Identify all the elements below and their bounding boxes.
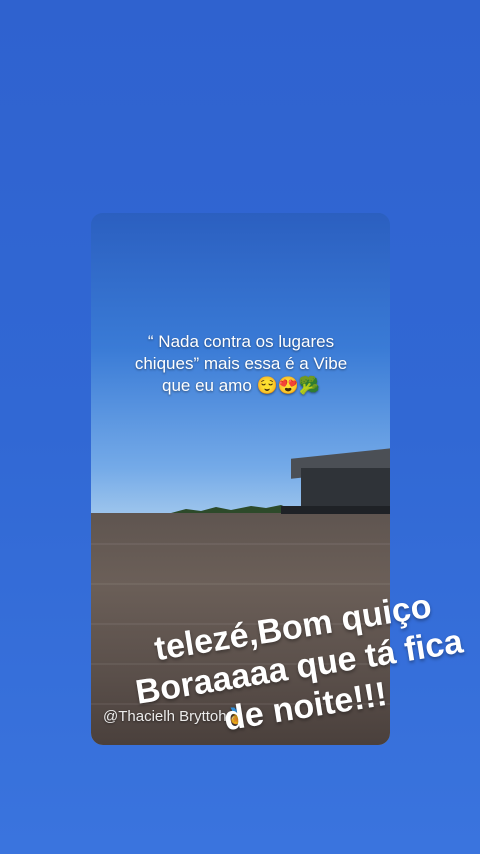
overlay-line: “ Nada contra os lugares bbox=[147, 332, 335, 351]
floating-house bbox=[301, 468, 390, 508]
floating-house-deck bbox=[281, 506, 390, 514]
video-overlay-text: “ Nada contra os lugares chiques” mais e… bbox=[111, 331, 371, 397]
overlay-line: chiques” mais essa é a Vibe bbox=[134, 354, 348, 373]
overlay-line: que eu amo 😌😍🥦 bbox=[161, 376, 320, 395]
